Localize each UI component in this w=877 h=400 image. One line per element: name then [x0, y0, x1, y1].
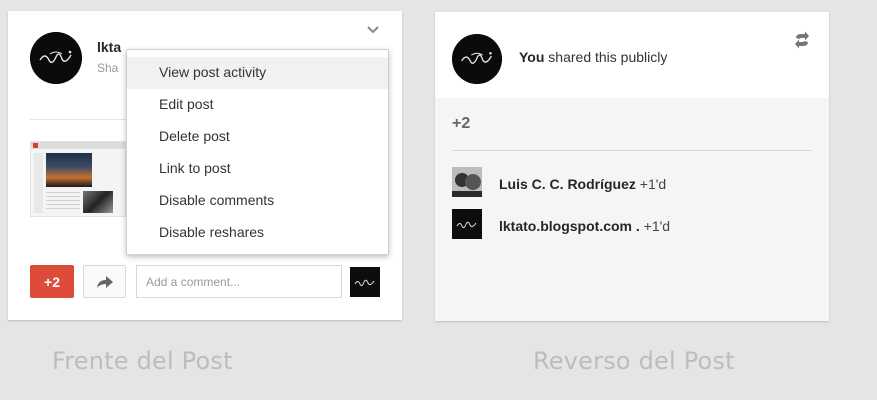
shared-publicly-text: You shared this publicly — [519, 49, 667, 65]
plusser-name[interactable]: lktato.blogspot.com . — [499, 218, 640, 234]
list-item[interactable]: Luis C. C. Rodríguez +1'd — [452, 167, 812, 199]
author-name[interactable]: lkta — [97, 39, 121, 55]
menu-item-delete-post[interactable]: Delete post — [127, 121, 388, 153]
content-divider — [30, 119, 126, 120]
share-button[interactable] — [83, 265, 126, 298]
reshare-icon[interactable] — [792, 31, 812, 49]
shared-rest-label: shared this publicly — [544, 49, 668, 65]
caption-front: Frente del Post — [52, 347, 233, 375]
author-avatar[interactable] — [30, 32, 82, 84]
menu-item-link-to-post[interactable]: Link to post — [127, 153, 388, 185]
post-card-back: You shared this publicly +2 Luis C. C. R… — [435, 12, 829, 321]
plus-one-button[interactable]: +2 — [30, 265, 74, 298]
post-screenshot-thumbnail[interactable] — [30, 141, 126, 217]
menu-item-view-post-activity[interactable]: View post activity — [127, 57, 388, 89]
shared-you-label: You — [519, 49, 545, 65]
menu-item-disable-reshares[interactable]: Disable reshares — [127, 217, 388, 249]
comment-input[interactable] — [136, 265, 342, 298]
plusser-name[interactable]: Luis C. C. Rodríguez — [499, 176, 636, 192]
plusser-time: +1'd — [639, 176, 667, 192]
list-item[interactable]: lktato.blogspot.com . +1'd — [452, 209, 812, 241]
author-avatar[interactable] — [452, 34, 502, 84]
post-card-front: lkta Sha +2 View post activity Edit post… — [8, 11, 402, 320]
plusser-time: +1'd — [643, 218, 671, 234]
plusser-avatar[interactable] — [452, 209, 482, 239]
plusser-avatar[interactable] — [452, 167, 482, 197]
menu-item-edit-post[interactable]: Edit post — [127, 89, 388, 121]
share-visibility-text: Sha — [97, 61, 119, 75]
caption-back: Reverso del Post — [533, 347, 735, 375]
menu-item-disable-comments[interactable]: Disable comments — [127, 185, 388, 217]
plus-one-count: +2 — [452, 115, 471, 132]
back-header: You shared this publicly — [435, 12, 829, 98]
share-arrow-icon — [96, 275, 113, 288]
post-options-menu: View post activity Edit post Delete post… — [126, 49, 389, 255]
chevron-down-icon[interactable] — [365, 22, 381, 38]
plussers-divider — [452, 150, 812, 151]
commenter-avatar — [350, 267, 380, 297]
